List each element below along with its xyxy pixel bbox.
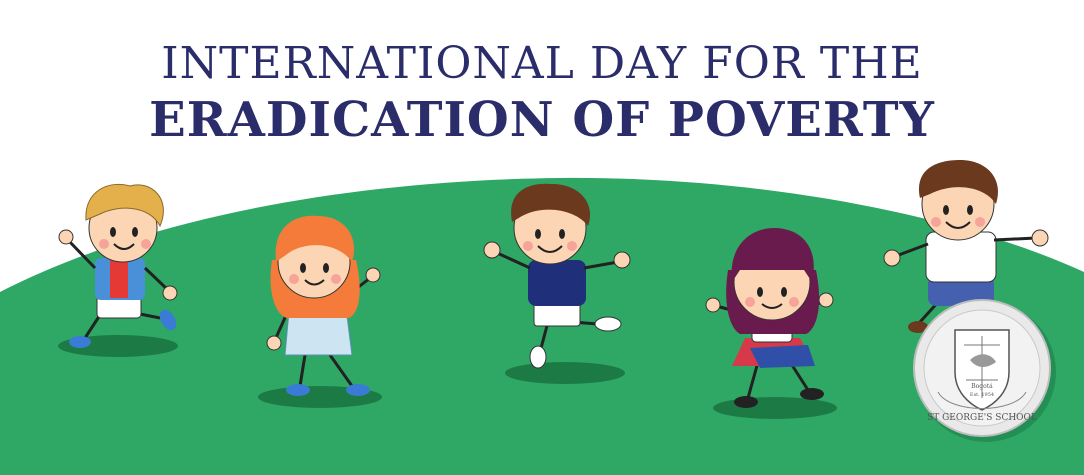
seal-established: Est. 1954 [970, 392, 994, 398]
seal-text: ST GEORGE'S SCHOOL [927, 413, 1037, 423]
seal-motto: Bogotá [971, 383, 993, 390]
shadow-4 [713, 397, 837, 419]
eradication-of-poverty-banner: INTERNATIONAL DAY FOR THE ERADICATION OF… [0, 0, 1084, 475]
shadow-3 [505, 362, 625, 384]
illustration: ST GEORGE'S SCHOOL Bogotá Est. 1954 [0, 160, 1084, 475]
